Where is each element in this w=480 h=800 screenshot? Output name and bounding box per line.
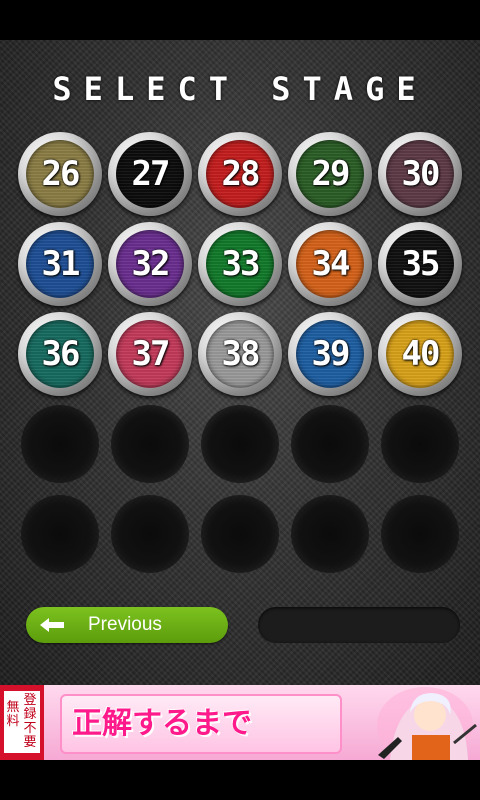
stage-number: 27 xyxy=(131,154,171,194)
stage-button-38[interactable]: 38 xyxy=(198,312,282,396)
locked-stage-slot xyxy=(21,405,99,483)
locked-stage-slot xyxy=(201,495,279,573)
stage-button-33[interactable]: 33 xyxy=(198,222,282,306)
stage-number: 26 xyxy=(41,154,81,194)
stage-button-28[interactable]: 28 xyxy=(198,132,282,216)
ad-banner[interactable]: 無 料 登 録 不 要 正解するまで xyxy=(0,685,480,760)
stage-number: 28 xyxy=(221,154,261,194)
arrow-left-icon xyxy=(40,618,64,632)
stage-button-26[interactable]: 26 xyxy=(18,132,102,216)
stage-number: 40 xyxy=(401,334,441,374)
stage-button-31[interactable]: 31 xyxy=(18,222,102,306)
bottom-bar xyxy=(0,760,480,800)
ad-badge: 無 料 登 録 不 要 xyxy=(0,685,44,760)
locked-stage-slot xyxy=(381,405,459,483)
locked-stage-slot xyxy=(111,405,189,483)
stage-number: 34 xyxy=(311,244,351,284)
ad-text-box: 正解するまで xyxy=(60,694,342,754)
locked-stage-slot xyxy=(111,495,189,573)
previous-button[interactable]: Previous xyxy=(26,607,228,643)
locked-stage-slot xyxy=(381,495,459,573)
stage-select-screen: SELECT STAGE 26 27 28 29 30 31 32 33 34 35 36 37 38 3… xyxy=(0,40,480,685)
stage-button-34[interactable]: 34 xyxy=(288,222,372,306)
stage-number: 37 xyxy=(131,334,171,374)
ad-character-illustration xyxy=(377,687,477,760)
status-bar xyxy=(0,0,480,40)
stage-button-29[interactable]: 29 xyxy=(288,132,372,216)
stage-button-32[interactable]: 32 xyxy=(108,222,192,306)
stage-number: 35 xyxy=(401,244,441,284)
locked-stage-slot xyxy=(201,405,279,483)
next-button-disabled xyxy=(258,607,460,643)
stage-button-27[interactable]: 27 xyxy=(108,132,192,216)
locked-stage-slot xyxy=(291,495,369,573)
stage-number: 32 xyxy=(131,244,171,284)
ad-badge-text-right: 登 録 不 要 xyxy=(23,693,37,750)
stage-number: 38 xyxy=(221,334,261,374)
stage-number: 29 xyxy=(311,154,351,194)
stage-number: 39 xyxy=(311,334,351,374)
stage-button-37[interactable]: 37 xyxy=(108,312,192,396)
ad-badge-text-left: 無 料 xyxy=(6,700,20,729)
stage-button-35[interactable]: 35 xyxy=(378,222,462,306)
stage-number: 36 xyxy=(41,334,81,374)
stage-button-36[interactable]: 36 xyxy=(18,312,102,396)
locked-stage-slot xyxy=(21,495,99,573)
stage-button-30[interactable]: 30 xyxy=(378,132,462,216)
stage-number: 31 xyxy=(41,244,81,284)
page-title: SELECT STAGE xyxy=(52,70,428,108)
ad-text: 正解するまで xyxy=(72,706,252,741)
stage-number: 30 xyxy=(401,154,441,194)
stage-button-40[interactable]: 40 xyxy=(378,312,462,396)
locked-stage-slot xyxy=(291,405,369,483)
previous-label: Previous xyxy=(88,614,162,635)
stage-button-39[interactable]: 39 xyxy=(288,312,372,396)
stage-number: 33 xyxy=(221,244,261,284)
